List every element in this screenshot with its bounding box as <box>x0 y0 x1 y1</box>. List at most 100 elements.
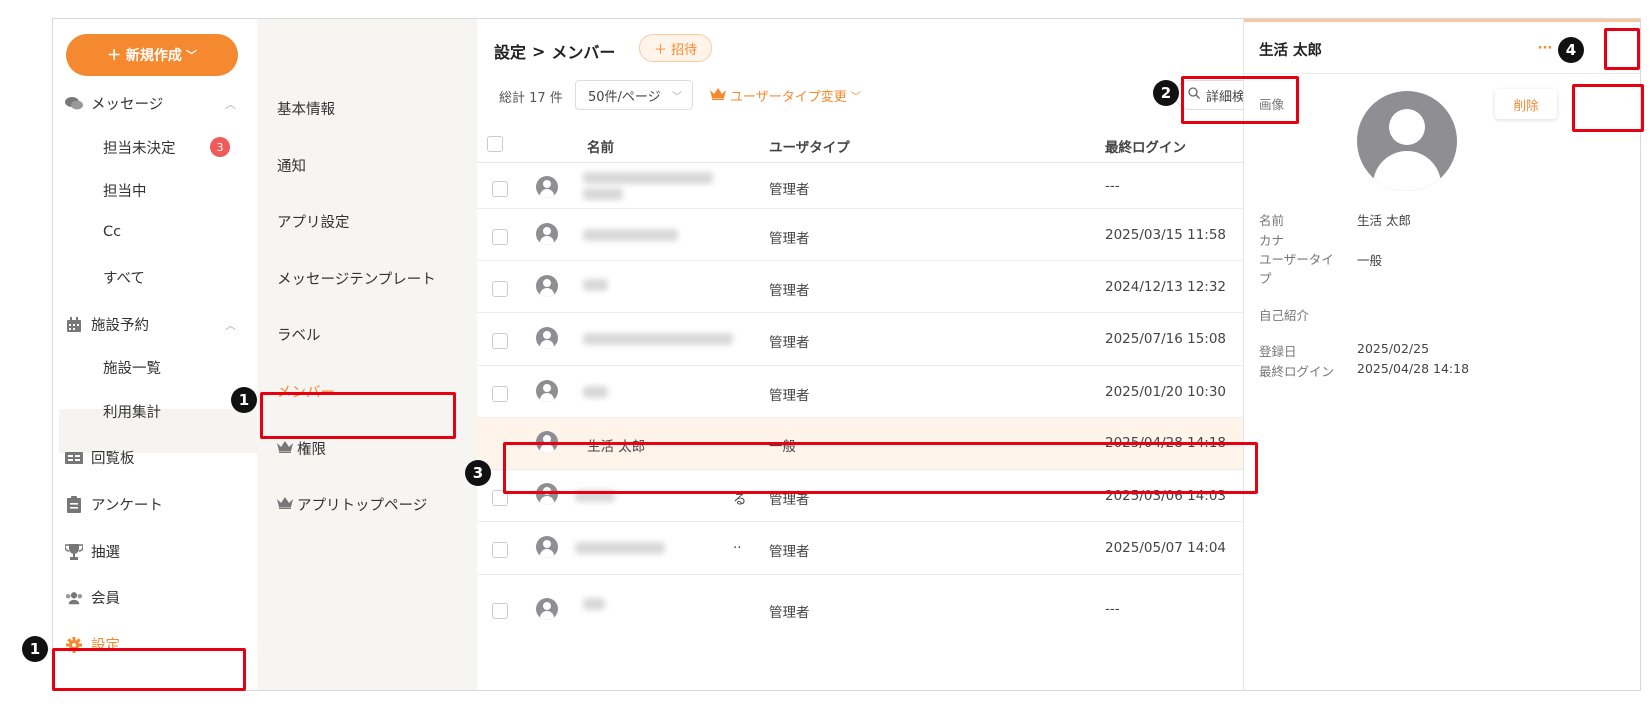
per-page-select[interactable]: 50件/ページ ﹀ <box>575 80 693 110</box>
panel-top-accent <box>1244 19 1640 22</box>
more-options-button[interactable]: ··· <box>1530 33 1560 63</box>
chevron-down-icon: ﹀ <box>672 91 682 103</box>
user-type-change-dropdown[interactable]: ユーザータイプ変更 ﹀ <box>710 86 861 105</box>
row-checkbox[interactable] <box>492 333 508 349</box>
submenu-message-templates[interactable]: メッセージテンプレート <box>277 268 436 289</box>
invite-button[interactable]: ＋ 招待 <box>639 34 713 62</box>
table-row[interactable]: 管理者 2025/03/15 11:58 <box>477 209 1257 261</box>
submenu-permissions[interactable]: 権限 <box>277 438 326 459</box>
new-create-button[interactable]: ＋ 新規作成 ﹀ <box>66 34 238 76</box>
last-login: --- <box>1105 601 1120 617</box>
nav-item-messages[interactable]: メッセージ ︿ <box>65 93 236 114</box>
registered-value: 2025/02/25 <box>1357 341 1430 356</box>
table-row[interactable]: 管理者 2024/12/13 12:32 <box>477 261 1257 313</box>
column-last-login[interactable]: 最終ログイン <box>1105 136 1186 156</box>
redacted-name <box>583 279 608 291</box>
nav-label: 抽選 <box>91 545 120 561</box>
user-type-change-label: ユーザータイプ変更 <box>730 90 847 105</box>
redacted-name <box>583 229 678 241</box>
last-login: 2025/03/15 11:58 <box>1105 227 1227 243</box>
row-checkbox[interactable] <box>492 229 508 245</box>
annotation-marker: 2 <box>1153 80 1179 106</box>
last-login: 2025/07/16 15:08 <box>1105 331 1227 347</box>
submenu-notifications[interactable]: 通知 <box>277 155 306 176</box>
app-window: ＋ 新規作成 ﹀ メッセージ ︿ 担当未決定 3 担当中 Cc すべて 施設予約 … <box>52 18 1641 691</box>
column-user-type[interactable]: ユーザタイプ <box>769 136 850 156</box>
nav-sub-usage-stats[interactable]: 利用集計 <box>103 401 161 422</box>
avatar <box>536 380 558 402</box>
nav-sub-in-charge[interactable]: 担当中 <box>103 180 147 201</box>
chevron-down-icon: ﹀ <box>850 92 861 103</box>
member-name-fragment: ·· <box>733 540 742 556</box>
row-checkbox[interactable] <box>492 281 508 297</box>
submenu-label: 権限 <box>297 442 326 458</box>
row-checkbox[interactable] <box>492 181 508 197</box>
row-checkbox[interactable] <box>492 603 508 619</box>
submenu-app-settings[interactable]: アプリ設定 <box>277 211 350 232</box>
main-nav: ＋ 新規作成 ﹀ メッセージ ︿ 担当未決定 3 担当中 Cc すべて 施設予約 … <box>53 19 257 690</box>
avatar <box>1357 91 1457 191</box>
crown-icon <box>710 87 726 104</box>
row-checkbox[interactable] <box>492 386 508 402</box>
annotation-box-advanced-search <box>1181 76 1299 124</box>
submenu-labels[interactable]: ラベル <box>277 324 321 345</box>
users-icon <box>65 589 83 607</box>
avatar <box>536 327 558 349</box>
name-value: 生活 太郎 <box>1357 213 1411 228</box>
table-row[interactable]: 管理者 --- <box>477 575 1257 645</box>
nav-item-board[interactable]: 回覧板 <box>65 447 135 468</box>
page-title: メンバー <box>551 43 616 62</box>
registered-label: 登録日 <box>1259 344 1297 359</box>
unassigned-count-badge: 3 <box>210 137 230 157</box>
crown-icon <box>277 496 293 513</box>
nav-label: 施設予約 <box>91 318 149 334</box>
breadcrumb-parent[interactable]: 設定 <box>494 39 526 63</box>
submenu-basic-info[interactable]: 基本情報 <box>277 98 335 119</box>
submenu-app-top-page[interactable]: アプリトップページ <box>277 494 427 515</box>
avatar <box>536 223 558 245</box>
nav-item-facility[interactable]: 施設予約 ︿ <box>65 314 236 335</box>
column-name[interactable]: 名前 <box>587 136 614 156</box>
breadcrumb: 設定 > メンバー <box>494 39 615 63</box>
user-type-label: ユーザータイ プ <box>1259 252 1334 286</box>
nav-label: アンケート <box>91 498 163 514</box>
nav-sub-unassigned[interactable]: 担当未決定 <box>103 137 176 158</box>
last-login: 2025/05/07 14:04 <box>1105 540 1227 556</box>
nav-item-survey[interactable]: アンケート <box>65 494 163 515</box>
table-row[interactable]: ·· 管理者 2025/05/07 14:04 <box>477 522 1257 575</box>
nav-sub-all[interactable]: すべて <box>103 267 145 288</box>
annotation-marker: 4 <box>1558 37 1584 63</box>
table-row[interactable]: 管理者 --- <box>477 164 1257 209</box>
user-type: 管理者 <box>769 182 810 198</box>
delete-image-button[interactable]: 削除 <box>1495 89 1557 119</box>
crown-icon <box>277 440 293 457</box>
per-page-value: 50件/ページ <box>588 89 661 105</box>
settings-submenu: 基本情報 通知 アプリ設定 メッセージテンプレート ラベル メンバー 権限 アプ… <box>257 19 477 690</box>
user-type: 管理者 <box>769 544 810 560</box>
nav-label: 回覧板 <box>91 451 135 467</box>
chat-bubbles-icon <box>65 95 83 113</box>
row-checkbox[interactable] <box>492 542 508 558</box>
table-row[interactable]: 管理者 2025/01/20 10:30 <box>477 366 1257 418</box>
name-label: 名前 <box>1259 213 1285 228</box>
nav-item-lottery[interactable]: 抽選 <box>65 541 120 562</box>
nav-item-members[interactable]: 会員 <box>65 587 120 608</box>
chevron-down-icon: ﹀ <box>185 49 197 62</box>
select-all-checkbox[interactable] <box>487 136 503 152</box>
nav-sub-cc[interactable]: Cc <box>103 224 121 240</box>
last-login-value: 2025/04/28 14:18 <box>1357 361 1470 376</box>
avatar <box>536 536 558 558</box>
board-icon <box>65 449 83 467</box>
redacted-name <box>583 172 713 184</box>
avatar <box>536 598 558 620</box>
calendar-icon <box>65 316 83 334</box>
table-row[interactable]: 管理者 2025/07/16 15:08 <box>477 313 1257 366</box>
annotation-marker: 1 <box>22 636 48 662</box>
annotation-box-selected-row <box>503 442 1258 494</box>
last-login: --- <box>1105 178 1120 194</box>
submenu-label: アプリトップページ <box>297 498 428 514</box>
user-type: 管理者 <box>769 231 810 247</box>
user-type: 管理者 <box>769 605 810 621</box>
user-type: 管理者 <box>769 388 810 404</box>
nav-sub-facility-list[interactable]: 施設一覧 <box>103 357 161 378</box>
